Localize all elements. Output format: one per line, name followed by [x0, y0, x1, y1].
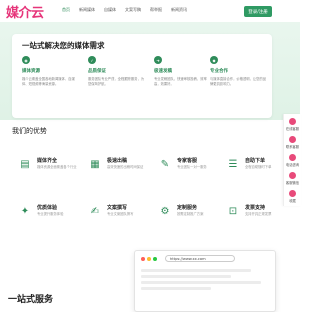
media-icon: ▤ — [20, 158, 30, 170]
advantage-desc: 专业团队一对一服务 — [177, 165, 207, 169]
header: 媒介云 首页 新闻媒体 自媒体 文案写稿 帮举报 新闻资讯 登录/注册 — [0, 0, 300, 23]
advantage-item: ▤ 媒体齐全 媒体资源全面覆盖各个行业 — [18, 155, 80, 183]
sidebar-item-label: 收藏 — [289, 199, 296, 203]
placeholder-line — [141, 269, 251, 272]
sidebar-item-label: 联系客服 — [285, 145, 300, 149]
feature-desc: 媒介云覆盖全国各地新闻媒体、自媒体、短视频等海量资源。 — [22, 77, 75, 86]
nav-item-copywriting[interactable]: 文案写稿 — [125, 7, 141, 13]
media-icon: ◉ — [22, 56, 30, 64]
advantage-item: ▦ 极速出稿 高效快速的出稿时间保证 — [88, 155, 150, 183]
bottom-section-title: 一站式服务 — [8, 295, 54, 305]
advantage-item: ✎ 专家客服 专业团队一对一服务 — [158, 155, 220, 183]
advantage-title: 媒体齐全 — [37, 158, 58, 164]
quality-icon: ✓ — [88, 56, 96, 64]
advantage-title: 极速出稿 — [107, 158, 128, 164]
feature-title: 媒体资源 — [22, 69, 40, 74]
pen-icon: ✍ — [90, 205, 100, 217]
feature-title: 专业合作 — [210, 69, 228, 74]
chat-icon — [289, 118, 296, 125]
nav-item-news-media[interactable]: 新闻媒体 — [79, 7, 95, 13]
feature-title: 极速发稿 — [154, 69, 172, 74]
invoice-icon: ⊡ — [228, 205, 238, 217]
feature-media-resources: ◉ 媒体资源 媒介云覆盖全国各地新闻媒体、自媒体、短视频等海量资源。 — [22, 56, 80, 87]
custom-icon: ⚙ — [160, 205, 170, 217]
nav-item-home[interactable]: 首页 — [62, 7, 70, 13]
close-dot-icon — [141, 257, 145, 261]
hero-title: 一站式解决您的媒体需求 — [22, 41, 105, 50]
advantage-desc: 媒体资源全面覆盖各个行业 — [37, 165, 77, 169]
advantage-desc: 全程自助随时下单 — [245, 165, 272, 169]
placeholder-line — [141, 281, 261, 284]
nav-item-self-media[interactable]: 自媒体 — [104, 7, 116, 13]
expert-icon: ✎ — [160, 158, 170, 170]
nav-item-report[interactable]: 帮举报 — [150, 7, 162, 13]
feature-desc: 与媒体直接合作，价格透明，让您的品牌更具影响力。 — [210, 77, 267, 86]
browser-url-bar: https://www.xx.com — [165, 255, 235, 262]
wechat-icon — [289, 172, 296, 179]
advantage-title: 专家客服 — [177, 158, 198, 164]
feature-quality: ✓ 品质保证 服务团队专业严谨，全程跟踪服务，为您保驾护航。 — [88, 56, 146, 87]
sidebar-item-contact[interactable]: 联系客服 — [284, 136, 301, 149]
minimize-dot-icon — [147, 257, 151, 261]
advantage-desc: 专业提升服务体验 — [37, 212, 64, 216]
order-icon: ☰ — [228, 158, 238, 170]
advantage-title: 自助下单 — [245, 158, 266, 164]
document-icon: ▦ — [90, 158, 100, 170]
advantage-item: ⚙ 定制服务 按需定制推广方案 — [158, 202, 220, 230]
advantage-desc: 按需定制推广方案 — [177, 212, 204, 216]
advantage-item: ✦ 优质体验 专业提升服务体验 — [18, 202, 80, 230]
thumbs-up-icon: ✦ — [20, 205, 30, 217]
placeholder-line — [141, 275, 231, 278]
advantage-title: 发票支持 — [245, 205, 266, 211]
phone-icon — [289, 154, 296, 161]
logo[interactable]: 媒介云 — [6, 1, 44, 21]
sidebar-item-label: 在线客服 — [285, 127, 300, 131]
advantage-desc: 支持开具正规发票 — [245, 212, 272, 216]
hero-card: 一站式解决您的媒体需求 ◉ 媒体资源 媒介云覆盖全国各地新闻媒体、自媒体、短视频… — [12, 34, 272, 118]
advantage-title: 定制服务 — [177, 205, 198, 211]
sidebar-item-online-service[interactable]: 在线客服 — [284, 118, 301, 131]
star-icon — [289, 190, 296, 197]
advantage-item: ✍ 文案撰写 专业文案团队撰写 — [88, 202, 150, 230]
advantages-title: 我们的优势 — [12, 127, 47, 135]
advantage-item: ⊡ 发票支持 支持开具正规发票 — [226, 202, 288, 230]
login-register-button[interactable]: 登录/注册 — [244, 6, 272, 17]
advantage-title: 文案撰写 — [107, 205, 128, 211]
maximize-dot-icon — [153, 257, 157, 261]
advantage-desc: 高效快速的出稿时间保证 — [107, 165, 144, 169]
nav-item-news[interactable]: 新闻资讯 — [171, 7, 187, 13]
headset-icon — [289, 136, 296, 143]
feature-title: 品质保证 — [88, 69, 106, 74]
feature-desc: 专业发稿团队，快速审核投稿，效率高，效果好。 — [154, 77, 207, 86]
feature-partnership: ◆ 专业合作 与媒体直接合作，价格透明，让您的品牌更具影响力。 — [210, 56, 268, 87]
feature-desc: 服务团队专业严谨，全程跟踪服务，为您保驾护航。 — [88, 77, 145, 86]
shield-icon: ◆ — [210, 56, 218, 64]
advantage-title: 优质体验 — [37, 205, 58, 211]
window-controls — [141, 257, 157, 261]
logo-text: 媒介云 — [6, 5, 44, 21]
placeholder-line — [141, 287, 211, 290]
browser-mockup: https://www.xx.com — [134, 250, 276, 312]
feature-fast-publish: ➜ 极速发稿 专业发稿团队，快速审核投稿，效率高，效果好。 — [154, 56, 212, 87]
main-nav: 首页 新闻媒体 自媒体 文案写稿 帮举报 新闻资讯 — [62, 7, 187, 13]
lightning-icon: ➜ — [154, 56, 162, 64]
advantage-item: ☰ 自助下单 全程自助随时下单 — [226, 155, 288, 183]
advantage-desc: 专业文案团队撰写 — [107, 212, 134, 216]
